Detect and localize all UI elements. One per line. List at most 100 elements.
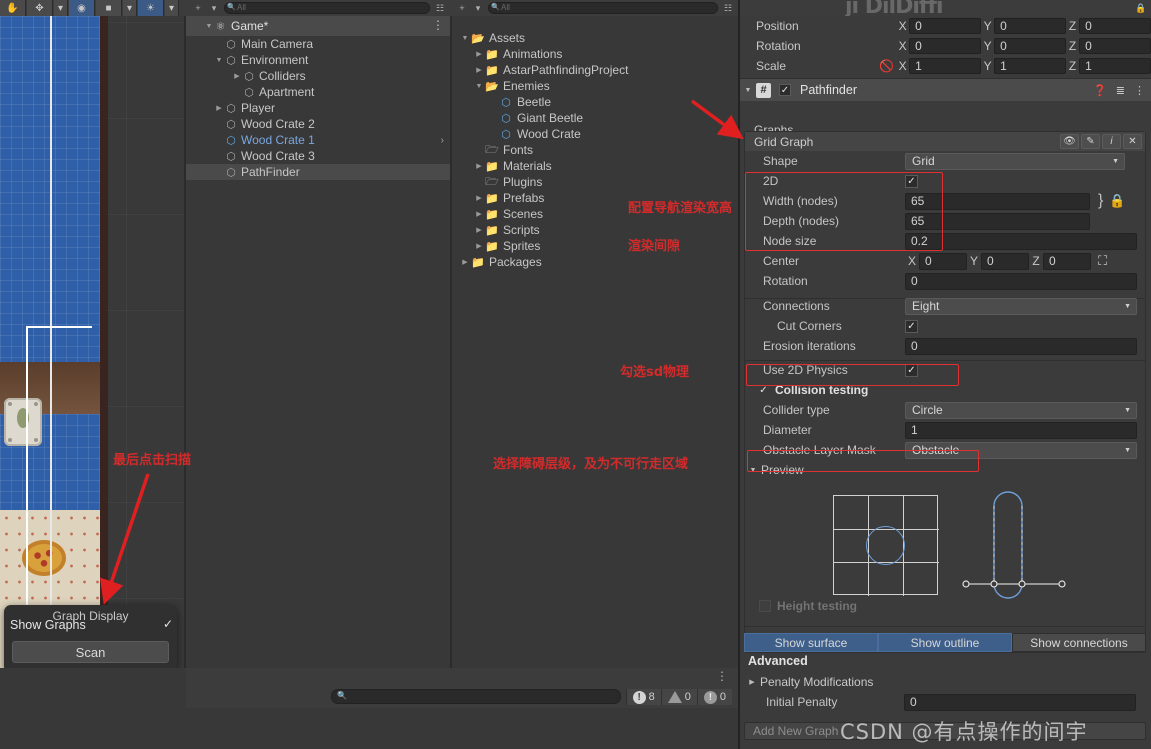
project-dropdown-icon[interactable]: ▾: [472, 2, 484, 14]
move-tool-icon[interactable]: ✥: [27, 0, 53, 16]
scan-button[interactable]: Scan: [12, 641, 169, 663]
project-item[interactable]: ▶ 📁 AstarPathfindingProject: [452, 62, 738, 78]
hierarchy-root-row[interactable]: ▼ ⚛ Game* ⋮: [186, 16, 450, 36]
pathfinder-collapse-tri-icon[interactable]: ▼: [740, 87, 756, 94]
expand-tri-icon[interactable]: ▶: [460, 258, 470, 266]
eye-icon[interactable]: 👁: [1060, 134, 1079, 149]
initial-penalty-input[interactable]: 0: [904, 693, 1136, 711]
hierarchy-search-input[interactable]: All: [224, 2, 430, 14]
hierarchy-item[interactable]: ⬡ Main Camera: [186, 36, 450, 52]
expand-tri-icon[interactable]: ▶: [474, 194, 484, 202]
scene-view[interactable]: Graph Display Show Graphs ✓ Scan: [0, 16, 186, 668]
penalty-mods-tri-icon[interactable]: ▶: [744, 678, 760, 686]
snap-bounds-icon[interactable]: ⛶: [1098, 253, 1107, 269]
expand-tri-icon[interactable]: ▼: [214, 57, 224, 64]
project-footer-kebab-icon[interactable]: ⋮: [716, 669, 728, 683]
obstacle-layer-mask-row[interactable]: Obstacle Layer Mask Obstacle ▼: [745, 440, 1145, 460]
twod-row[interactable]: 2D ✓: [745, 171, 1145, 191]
connections-row[interactable]: Connections Eight ▼: [745, 296, 1145, 316]
position-x-field[interactable]: 0: [909, 18, 982, 34]
project-item[interactable]: ▼ 📂 Enemies: [452, 78, 738, 94]
position-y-field[interactable]: 0: [994, 18, 1067, 34]
collision-testing-checkbox[interactable]: ✓: [757, 384, 770, 397]
project-add-icon[interactable]: +: [456, 2, 468, 14]
expand-tri-icon[interactable]: ▶: [474, 50, 484, 58]
grid-graph-header[interactable]: Grid Graph 👁 ✎ i ✕: [745, 132, 1145, 151]
layers-icon[interactable]: ■: [96, 0, 122, 16]
project-item[interactable]: ▶ 📁 Scripts: [452, 222, 738, 238]
console-warning-stat[interactable]: 0: [660, 689, 697, 705]
project-item[interactable]: 🗁 Plugins: [452, 174, 738, 190]
expand-tri-icon[interactable]: ▶: [474, 66, 484, 74]
expand-tri-icon[interactable]: ▶: [474, 162, 484, 170]
component-kebab-icon[interactable]: ⋮: [1134, 84, 1145, 97]
twod-checkbox[interactable]: ✓: [905, 174, 918, 188]
preset-icon[interactable]: ≣: [1116, 84, 1125, 97]
project-item[interactable]: ▶ 📁 Packages: [452, 254, 738, 270]
project-item[interactable]: ▶ 📁 Animations: [452, 46, 738, 62]
node-size-row[interactable]: Node size 0.2: [745, 231, 1145, 251]
hierarchy-item[interactable]: ⬡ Apartment: [186, 84, 450, 100]
expand-tri-icon[interactable]: ▶: [474, 210, 484, 218]
expand-tri-icon[interactable]: ▶: [232, 72, 242, 80]
hierarchy-item[interactable]: ⬡ PathFinder: [186, 164, 450, 180]
show-graphs-row[interactable]: Show Graphs: [10, 613, 171, 637]
show-graphs-checkmark[interactable]: ✓: [163, 617, 173, 631]
gizmo-toggle-icon[interactable]: ◉: [69, 0, 95, 16]
pathfinder-enabled-checkbox[interactable]: ✓: [779, 84, 791, 96]
obstacle-layer-mask-dropdown[interactable]: Obstacle ▼: [905, 441, 1137, 459]
preview-row[interactable]: ▼ Preview: [745, 460, 1145, 480]
display-mode-button[interactable]: Show outline: [878, 633, 1012, 652]
expand-tri-icon[interactable]: ▶: [214, 104, 224, 112]
help-icon[interactable]: ❓: [1093, 84, 1107, 97]
tool-dropdown-arrow-icon[interactable]: ▾: [54, 0, 68, 16]
graph-rotation-row[interactable]: Rotation 0: [745, 271, 1145, 291]
cut-corners-row[interactable]: Cut Corners ✓: [745, 316, 1145, 336]
hierarchy-item[interactable]: ⬡ Wood Crate 3: [186, 148, 450, 164]
project-search-input[interactable]: All: [488, 2, 718, 14]
scale-y-field[interactable]: 1: [994, 58, 1067, 74]
use-2d-physics-checkbox[interactable]: ✓: [905, 363, 918, 377]
collision-testing-row[interactable]: ✓ Collision testing: [745, 380, 1145, 400]
hand-tool-icon[interactable]: ✋: [0, 0, 26, 16]
hierarchy-kebab-icon[interactable]: ⋮: [432, 18, 444, 32]
constrain-proportions-icon[interactable]: 🚫: [877, 59, 896, 73]
hierarchy-filter-icon[interactable]: ☷: [434, 2, 446, 14]
display-mode-button[interactable]: Show connections: [1012, 633, 1146, 652]
center-y-input[interactable]: 0: [981, 252, 1029, 270]
rotation-y-field[interactable]: 0: [994, 38, 1067, 54]
use-2d-physics-row[interactable]: Use 2D Physics ✓: [745, 360, 1145, 380]
center-z-input[interactable]: 0: [1043, 252, 1091, 270]
console-info-stat[interactable]: ! 0: [696, 689, 732, 705]
center-x-input[interactable]: 0: [919, 252, 967, 270]
project-item[interactable]: ⬡ Giant Beetle: [452, 110, 738, 126]
rotation-x-field[interactable]: 0: [909, 38, 982, 54]
display-mode-button[interactable]: Show surface: [744, 633, 878, 652]
rotation-z-field[interactable]: 0: [1079, 38, 1151, 54]
pathfinder-component-header[interactable]: ▼ # ✓ Pathfinder ❓ ≣ ⋮: [740, 79, 1151, 101]
lock-icon[interactable]: 🔒: [1109, 193, 1125, 209]
hierarchy-item[interactable]: ▶ ⬡ Colliders: [186, 68, 450, 84]
diameter-input[interactable]: 1: [905, 421, 1137, 439]
depth-row[interactable]: Depth (nodes) 65: [745, 211, 1145, 231]
expand-tri-icon[interactable]: ▶: [474, 226, 484, 234]
hierarchy-root-tri-icon[interactable]: ▼: [204, 23, 214, 30]
close-icon[interactable]: ✕: [1123, 134, 1142, 149]
connections-dropdown[interactable]: Eight ▼: [905, 297, 1137, 315]
initial-penalty-row[interactable]: Initial Penalty 0: [744, 692, 1146, 712]
expand-tri-icon[interactable]: ▶: [474, 242, 484, 250]
expand-tri-icon[interactable]: ▼: [460, 35, 470, 42]
hierarchy-item[interactable]: ▼ ⬡ Environment: [186, 52, 450, 68]
project-filter-icon[interactable]: ☷: [722, 2, 734, 14]
info-icon[interactable]: i: [1102, 134, 1121, 149]
console-error-stat[interactable]: ! 8: [625, 689, 661, 705]
hierarchy-item[interactable]: ▶ ⬡ Player: [186, 100, 450, 116]
erosion-input[interactable]: 0: [905, 337, 1137, 355]
erosion-row[interactable]: Erosion iterations 0: [745, 336, 1145, 356]
center-row[interactable]: Center X 0 Y 0 Z 0 ⛶: [745, 251, 1145, 271]
scale-x-field[interactable]: 1: [909, 58, 982, 74]
project-panel[interactable]: ▼ 📂 Assets ▶ 📁 Animations ▶ 📁 AstarPathfindingPr…: [452, 16, 738, 668]
position-z-field[interactable]: 0: [1079, 18, 1151, 34]
depth-input[interactable]: 65: [905, 212, 1090, 230]
graph-display-popup[interactable]: Graph Display Show Graphs ✓ Scan: [4, 605, 177, 668]
